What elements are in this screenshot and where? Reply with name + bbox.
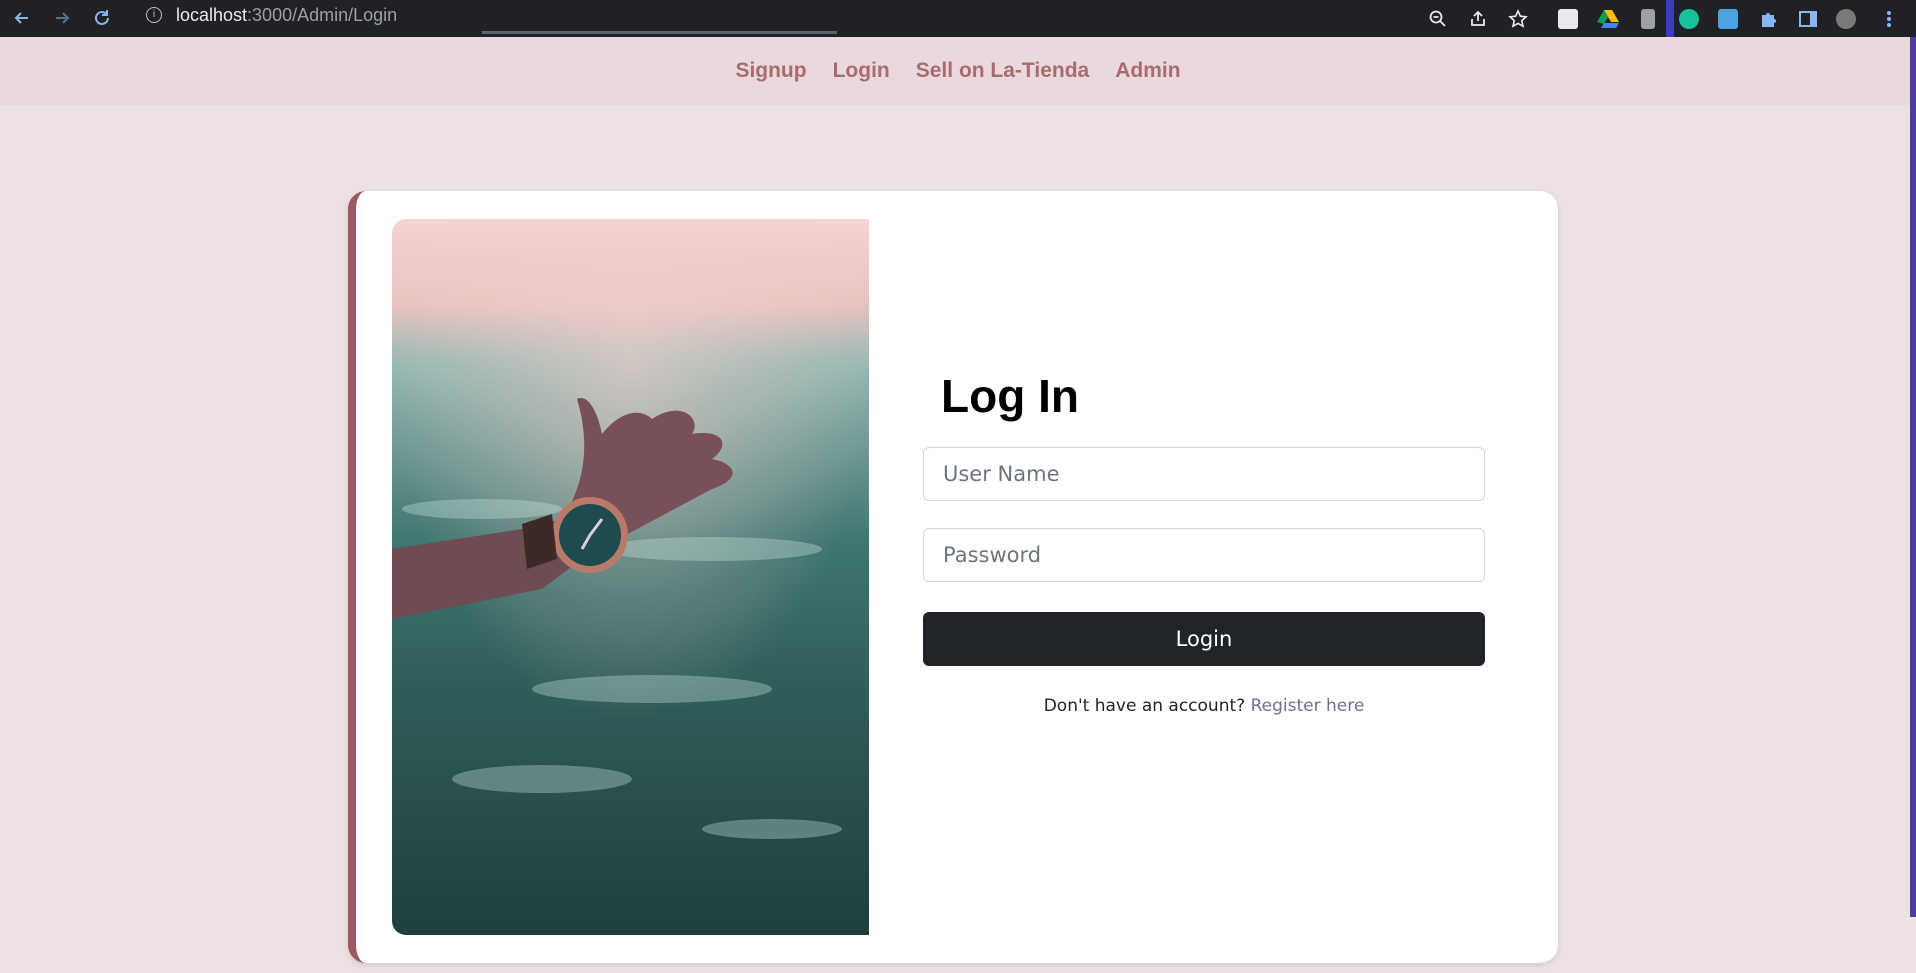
url-path: :3000/Admin/Login <box>247 4 398 25</box>
tab-scroll-indicator <box>482 31 837 34</box>
hero-image <box>392 219 869 935</box>
extension-icon[interactable] <box>1633 4 1663 34</box>
grammarly-icon[interactable] <box>1674 4 1704 34</box>
analytics-extension-icon[interactable] <box>1553 4 1583 34</box>
address-bar[interactable]: i localhost:3000/Admin/Login <box>132 0 842 30</box>
username-input[interactable] <box>923 447 1485 501</box>
site-info-icon[interactable]: i <box>146 7 162 23</box>
extension-blue-icon[interactable] <box>1713 4 1743 34</box>
login-form: Log In Login Don't have an account? Regi… <box>923 191 1485 963</box>
nav-signup-link[interactable]: Signup <box>735 59 806 83</box>
url-host: localhost <box>176 4 248 25</box>
nav-sell-link[interactable]: Sell on La-Tienda <box>916 59 1089 83</box>
profile-avatar-icon[interactable] <box>1831 4 1861 34</box>
login-button[interactable]: Login <box>923 612 1485 666</box>
forward-icon[interactable] <box>48 4 76 32</box>
site-navbar: Signup Login Sell on La-Tienda Admin <box>0 37 1916 105</box>
google-drive-icon[interactable] <box>1593 4 1623 34</box>
nav-admin-link[interactable]: Admin <box>1115 59 1180 83</box>
register-prompt-text: Don't have an account? <box>1043 696 1246 716</box>
tab-accent <box>1666 0 1674 37</box>
register-prompt-line: Don't have an account? Register here <box>923 696 1485 716</box>
back-icon[interactable] <box>8 4 36 32</box>
bookmark-star-icon[interactable] <box>1503 4 1533 34</box>
side-panel-icon[interactable] <box>1793 4 1823 34</box>
login-card: Log In Login Don't have an account? Regi… <box>348 191 1558 963</box>
nav-login-link[interactable]: Login <box>833 59 890 83</box>
register-link[interactable]: Register here <box>1251 696 1365 716</box>
zoom-icon[interactable] <box>1423 4 1453 34</box>
page-title: Log In <box>941 370 1079 422</box>
reload-icon[interactable] <box>88 4 116 32</box>
scrollbar[interactable] <box>1910 37 1916 917</box>
browser-toolbar: i localhost:3000/Admin/Login <box>0 0 1916 37</box>
puzzle-extensions-icon[interactable] <box>1753 4 1783 34</box>
share-icon[interactable] <box>1463 4 1493 34</box>
more-menu-icon[interactable] <box>1874 4 1904 34</box>
password-input[interactable] <box>923 528 1485 582</box>
